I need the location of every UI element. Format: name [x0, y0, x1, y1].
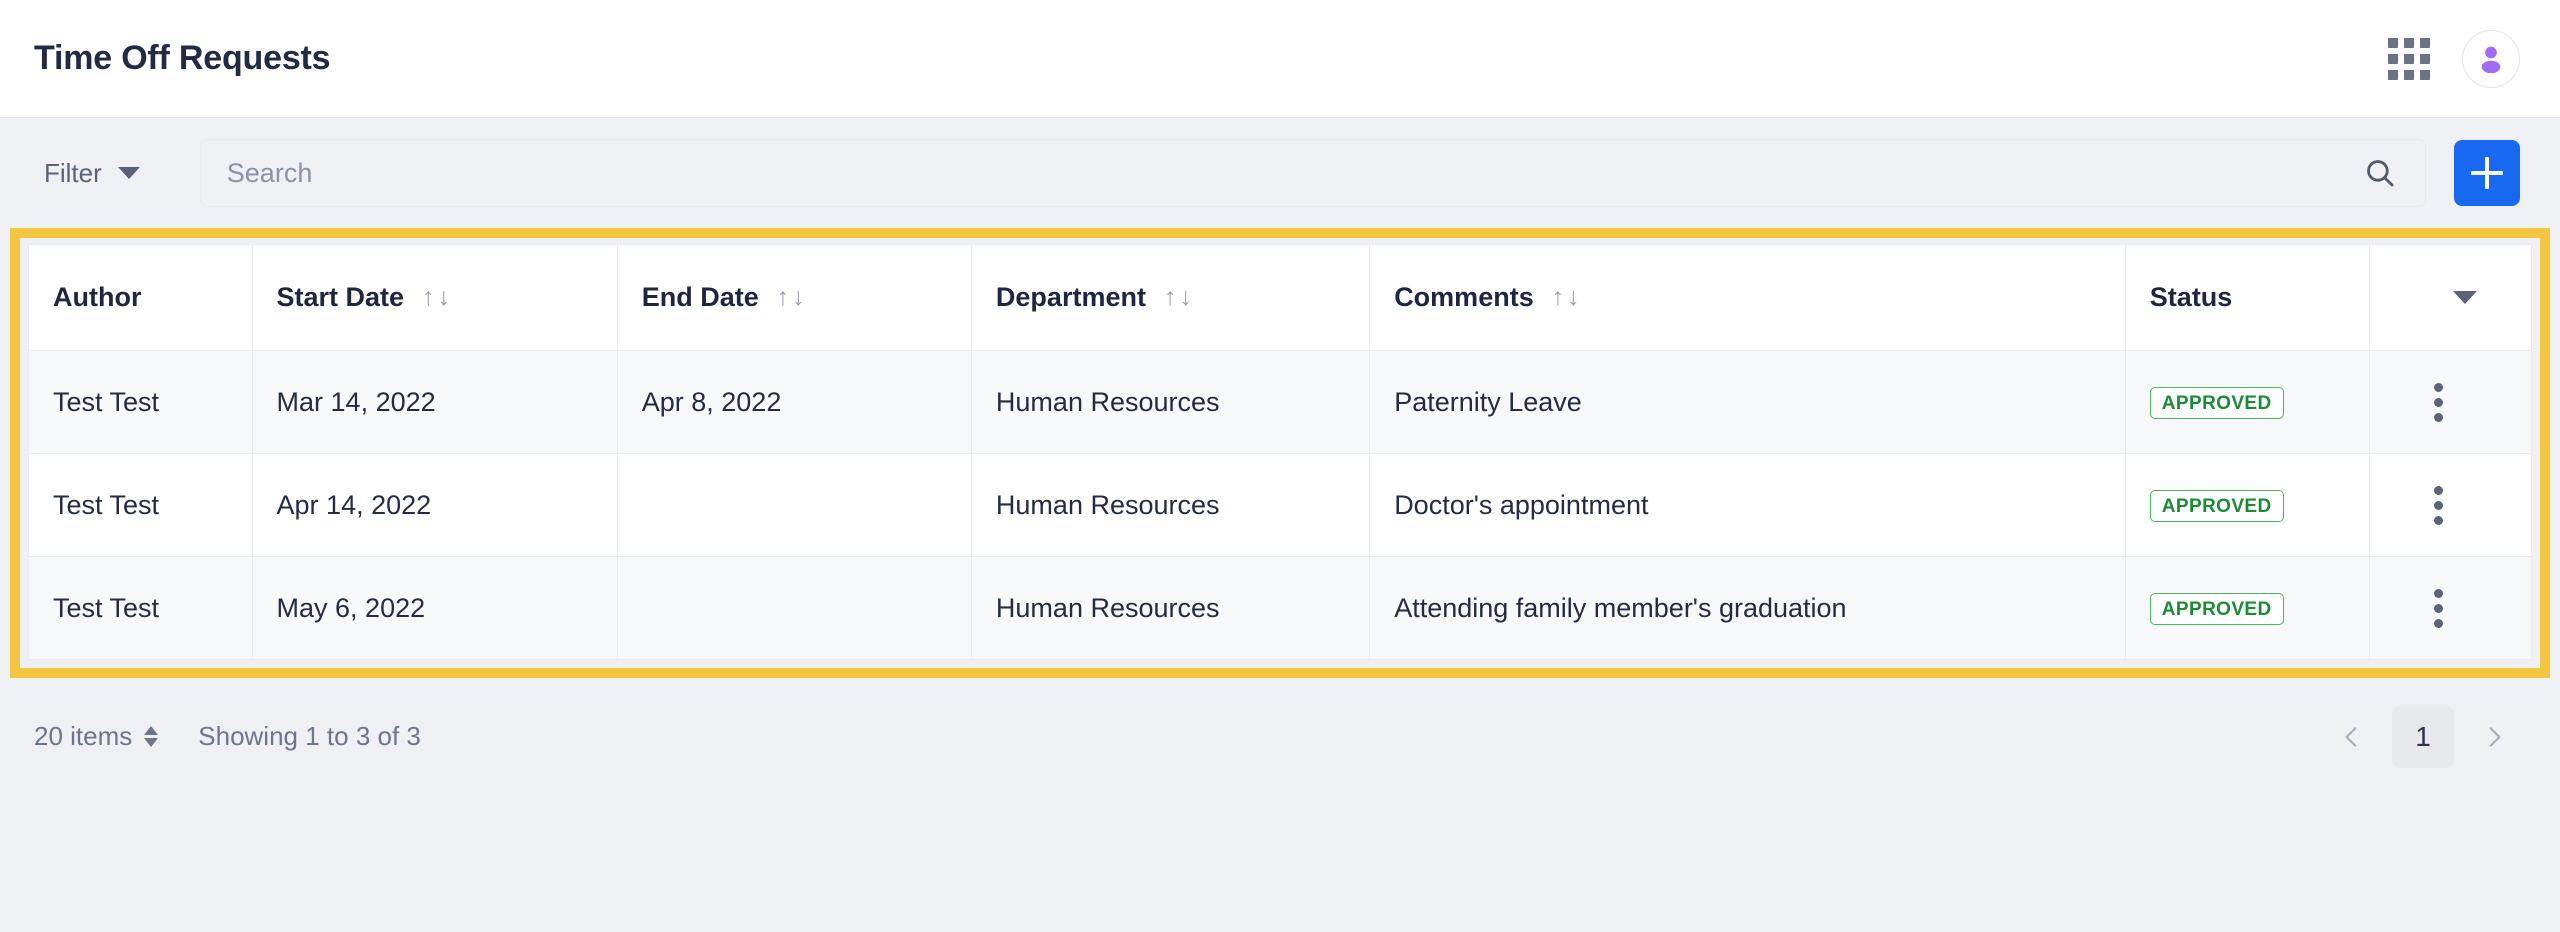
filter-button[interactable]: Filter: [34, 150, 150, 197]
column-header-department[interactable]: Department ↑ ↓: [971, 244, 1371, 351]
next-page-button[interactable]: [2468, 711, 2520, 763]
cell-row-menu[interactable]: [2369, 556, 2532, 660]
cell-author: Test Test: [28, 556, 253, 660]
page-title: Time Off Requests: [34, 39, 331, 77]
cell-start-date: Mar 14, 2022: [252, 350, 618, 454]
column-header-menu[interactable]: [2369, 244, 2532, 351]
column-header-author[interactable]: Author: [28, 244, 253, 351]
apps-grid-icon[interactable]: [2388, 37, 2430, 80]
cell-start-date: May 6, 2022: [252, 556, 618, 660]
table-header: Author Start Date ↑ ↓ End Date ↑ ↓ Depar…: [28, 244, 2532, 351]
cell-end-date: Apr 8, 2022: [617, 350, 972, 454]
sort-toggle-icon[interactable]: ↑ ↓: [1552, 285, 1580, 310]
filter-label: Filter: [44, 157, 102, 188]
grid-cell: [2404, 53, 2414, 64]
cell-comments: Doctor's appointment: [1369, 453, 2126, 557]
kebab-menu-icon[interactable]: [2370, 382, 2531, 422]
cell-row-menu[interactable]: [2369, 453, 2532, 557]
app-header-actions: [2388, 29, 2520, 88]
showing-range-label: Showing 1 to 3 of 3: [198, 721, 421, 751]
column-label: Author: [53, 282, 142, 312]
chevron-left-icon: [2345, 726, 2357, 747]
status-badge: APPROVED: [2149, 593, 2284, 625]
cell-status: APPROVED: [2125, 453, 2370, 557]
cell-status: APPROVED: [2125, 556, 2370, 660]
cell-department: Human Resources: [971, 556, 1371, 660]
page-button-1[interactable]: 1: [2392, 705, 2454, 768]
grid-cell: [2388, 37, 2398, 48]
toolbar: Filter: [0, 118, 2560, 228]
column-header-end-date[interactable]: End Date ↑ ↓: [617, 244, 972, 351]
cell-status: APPROVED: [2125, 350, 2370, 454]
status-badge: APPROVED: [2149, 490, 2284, 522]
grid-cell: [2420, 37, 2430, 48]
sort-desc-icon: ↓: [792, 283, 805, 311]
plus-icon: [2471, 157, 2503, 189]
grid-cell: [2388, 53, 2398, 64]
search-input[interactable]: [226, 140, 2363, 206]
table-body: Test Test Mar 14, 2022 Apr 8, 2022 Human…: [28, 350, 2532, 660]
cell-author: Test Test: [28, 453, 253, 557]
cell-end-date: [617, 453, 972, 557]
kebab-menu-icon[interactable]: [2370, 588, 2531, 628]
sort-desc-icon: ↓: [1567, 283, 1580, 311]
cell-comments: Paternity Leave: [1369, 350, 2126, 454]
table-row[interactable]: Test Test May 6, 2022 Human Resources At…: [28, 556, 2532, 660]
chevron-down-icon[interactable]: [2453, 291, 2478, 304]
table-row[interactable]: Test Test Apr 14, 2022 Human Resources D…: [28, 453, 2532, 557]
table-highlight-frame: Author Start Date ↑ ↓ End Date ↑ ↓ Depar…: [10, 228, 2550, 678]
table-header-row: Author Start Date ↑ ↓ End Date ↑ ↓ Depar…: [28, 244, 2532, 351]
sort-asc-icon: ↑: [776, 283, 790, 311]
avatar[interactable]: [2462, 29, 2520, 88]
cell-author: Test Test: [28, 350, 253, 454]
column-label: Comments: [1394, 282, 1534, 312]
search-icon[interactable]: [2363, 156, 2397, 190]
table-footer: 20 items Showing 1 to 3 of 3 1: [0, 678, 2560, 795]
chevron-down-icon: [117, 167, 140, 179]
table-row[interactable]: Test Test Mar 14, 2022 Apr 8, 2022 Human…: [28, 350, 2532, 454]
user-avatar-icon: [2481, 46, 2501, 73]
grid-cell: [2404, 37, 2414, 48]
sort-toggle-icon[interactable]: ↑ ↓: [1164, 285, 1192, 310]
cell-comments: Attending family member's graduation: [1369, 556, 2126, 660]
items-per-page-selector[interactable]: 20 items: [34, 721, 159, 752]
sort-asc-icon: ↑: [422, 283, 435, 311]
sort-asc-icon: ↑: [1551, 283, 1565, 311]
cell-start-date: Apr 14, 2022: [252, 453, 618, 557]
sort-desc-icon: ↓: [437, 283, 451, 311]
column-header-comments[interactable]: Comments ↑ ↓: [1369, 244, 2126, 351]
grid-cell: [2388, 69, 2398, 80]
column-label: Status: [2149, 282, 2233, 312]
sort-toggle-icon[interactable]: ↑ ↓: [777, 285, 805, 310]
prev-page-button[interactable]: [2326, 711, 2378, 763]
cell-department: Human Resources: [971, 350, 1371, 454]
grid-cell: [2420, 53, 2430, 64]
sort-updown-icon: [144, 726, 159, 747]
status-badge: APPROVED: [2149, 387, 2284, 419]
items-per-page-label: 20 items: [34, 721, 133, 751]
sort-asc-icon: ↑: [1163, 283, 1177, 311]
time-off-requests-table: Author Start Date ↑ ↓ End Date ↑ ↓ Depar…: [28, 244, 2532, 660]
pagination: 1: [2326, 705, 2520, 768]
grid-cell: [2420, 69, 2430, 80]
app-header: Time Off Requests: [0, 0, 2560, 118]
cell-row-menu[interactable]: [2369, 350, 2532, 454]
search-box[interactable]: [199, 139, 2426, 207]
kebab-menu-icon[interactable]: [2370, 485, 2531, 525]
cell-end-date: [617, 556, 972, 660]
column-label: Department: [995, 282, 1146, 312]
column-label: End Date: [641, 282, 759, 312]
column-header-start-date[interactable]: Start Date ↑ ↓: [252, 244, 618, 351]
column-header-status[interactable]: Status: [2125, 244, 2370, 351]
sort-desc-icon: ↓: [1179, 283, 1192, 311]
sort-toggle-icon[interactable]: ↑ ↓: [422, 285, 450, 310]
chevron-right-icon: [2489, 726, 2501, 747]
column-label: Start Date: [276, 282, 405, 312]
grid-cell: [2404, 69, 2414, 80]
cell-department: Human Resources: [971, 453, 1371, 557]
add-button[interactable]: [2454, 140, 2520, 206]
